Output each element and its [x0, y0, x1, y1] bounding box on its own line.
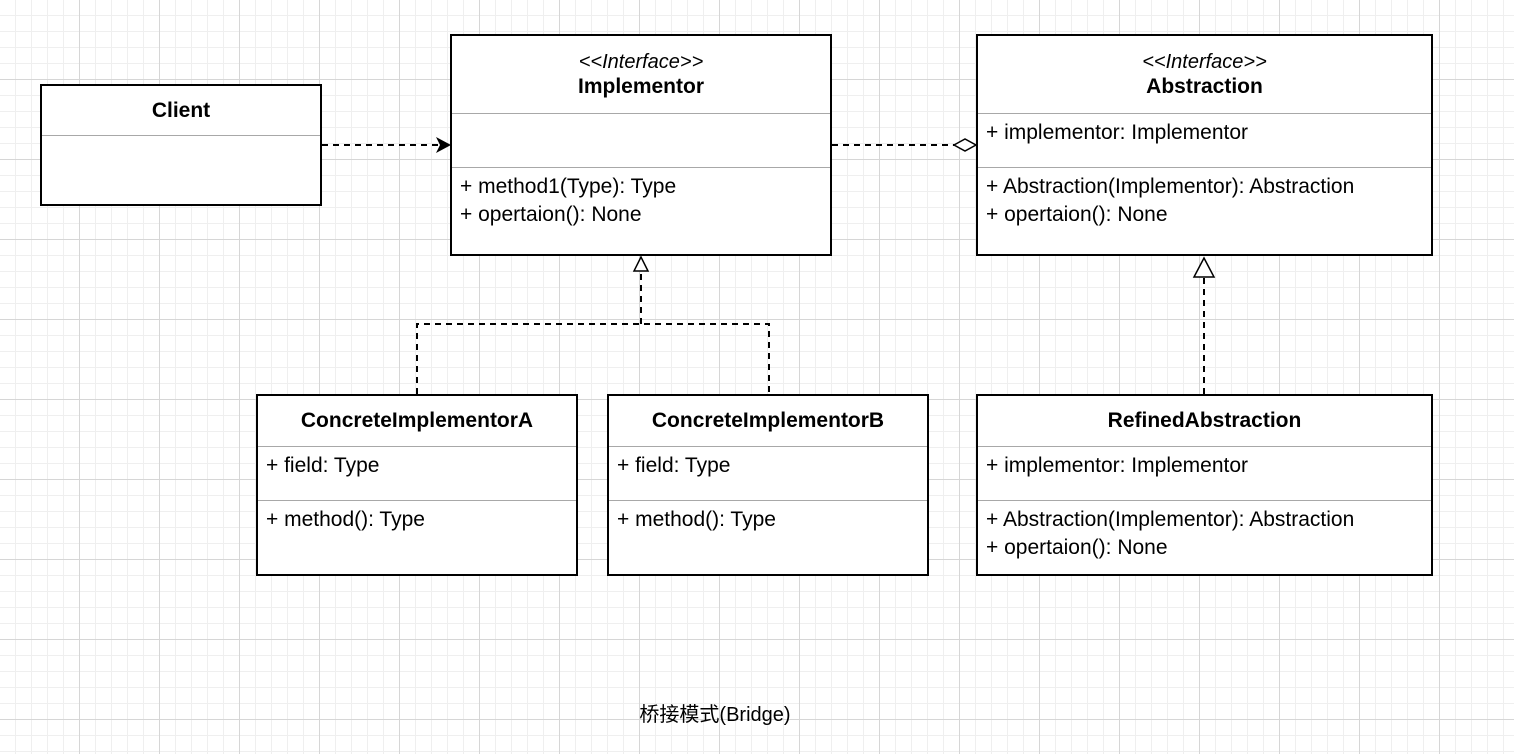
class-header: ConcreteImplementorA: [258, 396, 576, 447]
class-header: ConcreteImplementorB: [609, 396, 927, 447]
class-concrete-implementor-b[interactable]: ConcreteImplementorB + field: Type + met…: [607, 394, 929, 576]
operations-section: + method(): Type: [258, 501, 576, 534]
operation-item: + method(): Type: [617, 508, 776, 531]
diagram-caption: 桥接模式(Bridge): [639, 704, 791, 726]
class-body: [42, 136, 320, 141]
class-header: <<Interface>> Implementor: [452, 36, 830, 114]
attribute-item: + field: Type: [266, 454, 380, 477]
operations-section: + method(): Type: [609, 501, 927, 534]
attribute-item: + implementor: Implementor: [986, 121, 1249, 144]
hollow-triangle-arrow-icon: [1192, 256, 1216, 278]
class-header: RefinedAbstraction: [978, 396, 1431, 447]
class-client[interactable]: Client: [40, 84, 322, 206]
operations-section: + Abstraction(Implementor): Abstraction …: [978, 501, 1431, 562]
operation-item: + method(): Type: [266, 508, 425, 531]
attribute-item: + field: Type: [617, 454, 731, 477]
hollow-triangle-arrow-icon: [632, 255, 650, 272]
attributes-section: + field: Type: [609, 447, 927, 501]
open-arrow-head-icon: [436, 137, 451, 153]
attributes-section: + implementor: Implementor: [978, 114, 1431, 168]
class-header: Client: [42, 86, 320, 136]
class-stereotype: <<Interface>>: [578, 50, 704, 73]
class-name: ConcreteImplementorB: [651, 409, 885, 432]
class-abstraction[interactable]: <<Interface>> Abstraction + implementor:…: [976, 34, 1433, 256]
operation-item: + opertaion(): None: [986, 203, 1168, 226]
operation-item: + method1(Type): Type: [460, 175, 677, 198]
class-refined-abstraction[interactable]: RefinedAbstraction + implementor: Implem…: [976, 394, 1433, 576]
operation-item: + Abstraction(Implementor): Abstraction: [986, 508, 1355, 531]
class-name: ConcreteImplementorA: [300, 409, 534, 432]
uml-diagram-canvas: Client <<Interface>> Implementor + metho…: [0, 0, 1514, 754]
abstraction-implementor-aggregation[interactable]: [832, 138, 978, 152]
class-implementor[interactable]: <<Interface>> Implementor + method1(Type…: [450, 34, 832, 256]
class-stereotype: <<Interface>>: [1142, 50, 1267, 73]
operations-section: + method1(Type): Type + opertaion(): Non…: [452, 168, 830, 229]
class-name: RefinedAbstraction: [1107, 409, 1302, 432]
attributes-section: [452, 114, 830, 168]
operations-section: + Abstraction(Implementor): Abstraction …: [978, 168, 1431, 229]
attribute-item: + implementor: Implementor: [986, 454, 1249, 477]
operation-item: + opertaion(): None: [986, 536, 1168, 559]
class-name: Implementor: [577, 74, 705, 98]
class-header: <<Interface>> Abstraction: [978, 36, 1431, 114]
class-name: Client: [151, 98, 211, 122]
class-concrete-implementor-a[interactable]: ConcreteImplementorA + field: Type + met…: [256, 394, 578, 576]
class-name: Abstraction: [1146, 74, 1263, 98]
client-to-implementor-dependency[interactable]: [322, 137, 451, 153]
attributes-section: + implementor: Implementor: [978, 447, 1431, 501]
refined-abstraction-realization[interactable]: [1192, 256, 1216, 394]
diamond-icon: [952, 138, 978, 152]
operation-item: + Abstraction(Implementor): Abstraction: [986, 175, 1355, 198]
concrete-implementors-realization[interactable]: [416, 255, 770, 394]
attributes-section: + field: Type: [258, 447, 576, 501]
operation-item: + opertaion(): None: [460, 203, 642, 226]
